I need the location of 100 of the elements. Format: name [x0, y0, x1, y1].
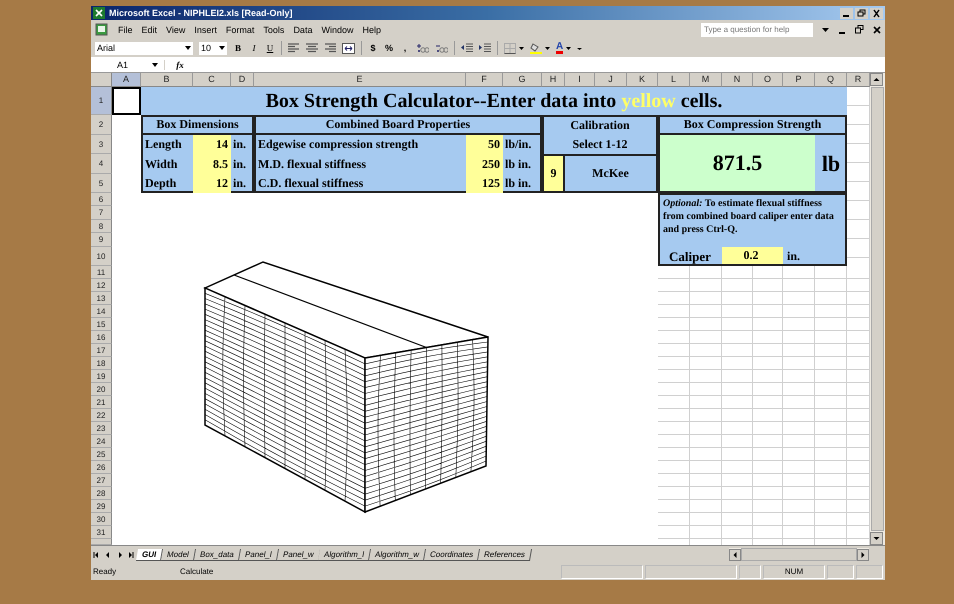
dropdown-arrow-icon[interactable] [219, 46, 225, 50]
menu-item[interactable]: Window [321, 24, 354, 34]
name-box[interactable]: A1 [117, 60, 128, 70]
input-cell[interactable]: 0.2 [722, 247, 783, 264]
row-header[interactable]: 19 [91, 370, 112, 383]
decrease-decimal-icon[interactable] [435, 42, 448, 54]
row-header[interactable]: 24 [91, 435, 112, 448]
row-header[interactable]: 2 [91, 115, 112, 135]
underline-button[interactable]: U [265, 43, 275, 53]
column-header[interactable]: A [112, 73, 141, 87]
format-button[interactable]: , [400, 43, 410, 53]
row-header[interactable]: 23 [91, 422, 112, 435]
row-header[interactable]: 3 [91, 135, 112, 154]
row-header[interactable]: 5 [91, 174, 112, 193]
insert-function-button[interactable]: fx [165, 60, 195, 70]
borders-icon[interactable] [504, 42, 516, 54]
dropdown-arrow-icon[interactable] [545, 46, 550, 50]
scroll-up-icon[interactable] [870, 73, 883, 86]
row-header[interactable]: 14 [91, 305, 112, 318]
row-header[interactable]: 8 [91, 220, 112, 233]
merge-cells-icon[interactable] [342, 42, 355, 54]
input-cell[interactable]: 50 [466, 135, 503, 154]
menu-item[interactable]: Help [362, 24, 381, 34]
row-header[interactable]: 1 [91, 87, 112, 115]
sheet-tab[interactable]: Coordinates [424, 548, 480, 560]
row-header[interactable]: 15 [91, 318, 112, 331]
restore-icon[interactable] [855, 8, 868, 18]
help-search-field[interactable]: Type a question for help [701, 22, 813, 36]
selected-cell[interactable] [112, 87, 141, 115]
italic-button[interactable]: I [249, 43, 259, 53]
row-header[interactable]: 29 [91, 500, 112, 513]
row-header[interactable]: 20 [91, 383, 112, 396]
dropdown-arrow-icon[interactable] [566, 46, 572, 50]
align-center-icon[interactable] [306, 43, 318, 53]
format-button[interactable]: $ [368, 43, 378, 53]
column-header[interactable]: B [141, 73, 193, 87]
column-header[interactable]: F [466, 73, 503, 87]
increase-decimal-icon[interactable] [416, 42, 429, 54]
menu-item[interactable]: Tools [263, 24, 284, 34]
column-header[interactable]: M [690, 73, 722, 87]
row-header[interactable]: 12 [91, 279, 112, 292]
row-header[interactable]: 27 [91, 474, 112, 487]
sheet-tab[interactable]: Panel_l [238, 548, 279, 560]
menu-item[interactable]: File [118, 24, 133, 34]
row-header[interactable]: 7 [91, 206, 112, 220]
input-cell[interactable]: 9 [542, 154, 565, 193]
row-header[interactable]: 26 [91, 461, 112, 474]
row-header[interactable]: 18 [91, 357, 112, 370]
column-header[interactable]: P [783, 73, 815, 87]
menu-item[interactable]: Data [293, 24, 312, 34]
column-header[interactable]: I [565, 73, 595, 87]
format-button[interactable]: % [384, 43, 394, 53]
input-cell[interactable]: 14 [193, 135, 231, 154]
row-header[interactable]: 30 [91, 513, 112, 526]
column-header[interactable]: O [753, 73, 783, 87]
dropdown-arrow-icon[interactable] [822, 28, 829, 32]
column-header[interactable]: R [847, 73, 870, 87]
row-header[interactable]: 6 [91, 193, 112, 206]
align-left-icon[interactable] [288, 43, 300, 53]
minimize-icon[interactable] [840, 8, 853, 18]
row-header[interactable]: 25 [91, 448, 112, 461]
column-header[interactable]: Q [815, 73, 847, 87]
column-header[interactable]: E [254, 73, 466, 87]
sheet-tab[interactable]: GUI [136, 548, 164, 560]
scroll-right-icon[interactable] [857, 548, 869, 560]
row-header[interactable]: 10 [91, 247, 112, 266]
row-header[interactable]: 17 [91, 344, 112, 357]
dropdown-arrow-icon[interactable] [185, 46, 191, 50]
row-header[interactable]: 22 [91, 409, 112, 422]
column-header[interactable]: H [542, 73, 565, 87]
bold-button[interactable]: B [233, 43, 243, 53]
column-header[interactable]: J [595, 73, 627, 87]
column-header[interactable]: K [627, 73, 658, 87]
restore-icon[interactable] [855, 25, 864, 34]
row-header[interactable]: 11 [91, 266, 112, 279]
menu-item[interactable]: Insert [194, 24, 217, 34]
input-cell[interactable]: 125 [466, 174, 503, 193]
row-header[interactable]: 21 [91, 396, 112, 409]
menu-item[interactable]: Edit [142, 24, 158, 34]
column-header[interactable]: L [658, 73, 690, 87]
sheet-tab[interactable]: Algorithm_w [369, 548, 426, 560]
close-icon[interactable] [870, 8, 883, 18]
toolbar-options-icon[interactable] [577, 46, 582, 50]
row-header[interactable]: 4 [91, 154, 112, 174]
row-header[interactable]: 16 [91, 331, 112, 344]
row-header[interactable]: 31 [91, 526, 112, 539]
column-header[interactable]: C [193, 73, 231, 87]
column-header[interactable]: D [231, 73, 254, 87]
font-dropdown[interactable]: Arial [97, 43, 116, 53]
paint-bucket-icon[interactable] [530, 42, 542, 54]
scroll-left-icon[interactable] [729, 548, 741, 560]
row-header[interactable]: 9 [91, 233, 112, 247]
workbook-icon[interactable] [95, 23, 109, 36]
close-icon[interactable] [873, 26, 881, 34]
dropdown-arrow-icon[interactable] [519, 46, 524, 50]
menu-item[interactable]: View [166, 24, 186, 34]
input-cell[interactable]: 8.5 [193, 154, 231, 174]
sheet-tab[interactable]: Algorithm_l [318, 548, 372, 560]
sheet-tab[interactable]: Model [161, 548, 196, 560]
input-cell[interactable]: 12 [193, 174, 231, 193]
